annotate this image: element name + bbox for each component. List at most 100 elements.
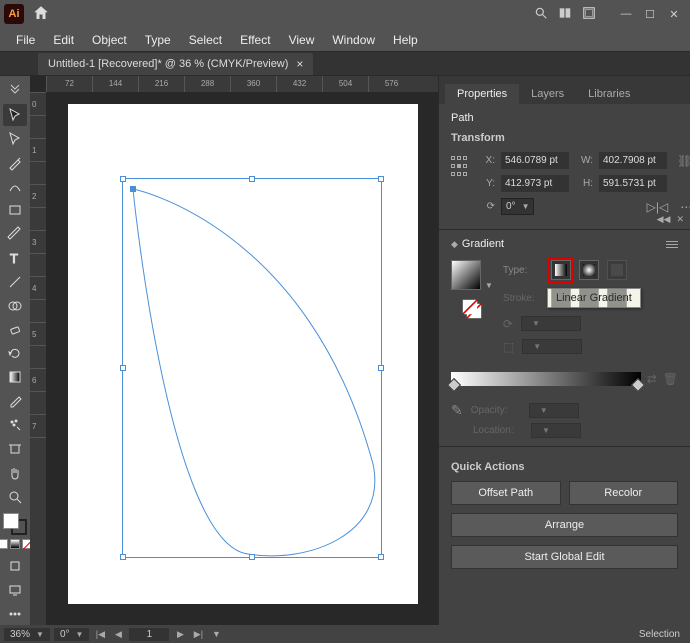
fill-stroke-gradient-toggle[interactable] — [459, 296, 485, 322]
handle-w[interactable] — [120, 365, 126, 371]
handle-ne[interactable] — [378, 176, 384, 182]
last-artboard-button[interactable]: ▶| — [191, 628, 205, 640]
window-maximize-button[interactable]: ☐ — [638, 4, 662, 24]
home-icon[interactable] — [32, 4, 50, 25]
app-titlebar: Ai — ☐ ✕ — [0, 0, 690, 28]
search-icon[interactable] — [534, 6, 548, 23]
eyedropper-tool[interactable] — [3, 390, 27, 412]
window-close-button[interactable]: ✕ — [662, 4, 686, 24]
fill-swatch[interactable] — [3, 513, 19, 529]
tab-libraries[interactable]: Libraries — [576, 84, 642, 104]
toolbar-toggle-icon[interactable] — [3, 80, 27, 102]
close-tab-icon[interactable]: × — [296, 57, 303, 71]
menu-file[interactable]: File — [8, 31, 43, 49]
reference-point-selector[interactable] — [451, 156, 467, 178]
curvature-tool[interactable] — [3, 175, 27, 197]
menu-select[interactable]: Select — [181, 31, 230, 49]
rotate-tool[interactable] — [3, 342, 27, 364]
selection-tool[interactable] — [3, 104, 27, 126]
gradient-stroke-label: Stroke: — [503, 293, 543, 304]
line-tool[interactable] — [3, 271, 27, 293]
menubar: File Edit Object Type Select Effect View… — [0, 28, 690, 52]
handle-se[interactable] — [378, 554, 384, 560]
artboard-tool[interactable] — [3, 438, 27, 460]
draw-mode-icon[interactable] — [3, 555, 27, 577]
menu-type[interactable]: Type — [137, 31, 179, 49]
menu-window[interactable]: Window — [324, 31, 383, 49]
selection-bounding-box[interactable] — [122, 178, 382, 558]
zoom-tool[interactable] — [3, 486, 27, 508]
linear-gradient-button[interactable] — [551, 260, 571, 280]
menu-object[interactable]: Object — [84, 31, 135, 49]
handle-nw[interactable] — [120, 176, 126, 182]
link-wh-icon[interactable]: ⛓ — [677, 154, 690, 168]
gradient-preset-dropdown-icon[interactable]: ▼ — [485, 281, 493, 290]
next-artboard-button[interactable]: ▶ — [173, 628, 187, 640]
panel-expand-icon[interactable]: ◆ — [451, 239, 458, 250]
w-field[interactable] — [599, 152, 667, 169]
angle-icon: ⟳ — [503, 317, 513, 331]
pen-tool[interactable] — [3, 152, 27, 174]
hand-tool[interactable] — [3, 462, 27, 484]
handle-s[interactable] — [249, 554, 255, 560]
radial-gradient-button[interactable] — [579, 260, 599, 280]
y-field[interactable] — [501, 175, 569, 192]
artboard-number-field[interactable]: 1 — [129, 628, 169, 641]
offset-path-button[interactable]: Offset Path — [451, 481, 561, 505]
panel-collapse-icon[interactable]: ◀◀ — [657, 214, 671, 225]
first-artboard-button[interactable]: |◀ — [93, 628, 107, 640]
color-mode-icon[interactable] — [0, 539, 8, 549]
gradient-slider[interactable] — [451, 372, 641, 386]
delete-stop-icon[interactable]: 🗑 — [663, 372, 678, 386]
fill-stroke-swatch[interactable] — [3, 513, 27, 535]
x-field[interactable] — [501, 152, 569, 169]
menu-effect[interactable]: Effect — [232, 31, 278, 49]
gradient-mode-icon[interactable] — [10, 539, 20, 549]
handle-e[interactable] — [378, 365, 384, 371]
window-minimize-button[interactable]: — — [614, 4, 638, 24]
symbol-sprayer-tool[interactable] — [3, 414, 27, 436]
menu-help[interactable]: Help — [385, 31, 426, 49]
arrange-documents-icon[interactable] — [558, 6, 572, 23]
screen-mode-icon[interactable] — [3, 579, 27, 601]
document-tab[interactable]: Untitled-1 [Recovered]* @ 36 % (CMYK/Pre… — [38, 53, 313, 75]
start-global-edit-button[interactable]: Start Global Edit — [451, 545, 678, 569]
arrange-button[interactable]: Arrange — [451, 513, 678, 537]
ruler-horizontal: 72144216288360432504576 — [46, 76, 438, 92]
workspace-switcher-icon[interactable] — [582, 6, 596, 23]
handle-n[interactable] — [249, 176, 255, 182]
gradient-tool[interactable] — [3, 366, 27, 388]
recolor-button[interactable]: Recolor — [569, 481, 679, 505]
shape-builder-tool[interactable] — [3, 295, 27, 317]
freeform-gradient-button[interactable] — [607, 260, 627, 280]
eraser-tool[interactable] — [3, 319, 27, 341]
panel-close-icon[interactable]: ✕ — [676, 214, 684, 225]
fill-none-icon[interactable] — [461, 298, 479, 316]
gradient-preview-swatch[interactable] — [451, 260, 481, 290]
rectangle-tool[interactable] — [3, 199, 27, 221]
artboard-nav-dropdown-icon[interactable]: ▼ — [209, 628, 223, 640]
type-tool[interactable]: T — [3, 247, 27, 269]
y-label: Y: — [477, 178, 495, 189]
reverse-gradient-icon[interactable]: ⇄ — [647, 372, 657, 386]
app-logo: Ai — [4, 4, 24, 24]
direct-selection-tool[interactable] — [3, 128, 27, 150]
tab-layers[interactable]: Layers — [519, 84, 576, 104]
panel-tabs: Properties Layers Libraries — [439, 76, 690, 104]
flip-horizontal-icon[interactable]: ▷|◁ — [647, 200, 669, 214]
paintbrush-tool[interactable] — [3, 223, 27, 245]
rotate-field[interactable]: 0°▼ — [501, 198, 534, 215]
more-options-icon[interactable]: ⋯ — [680, 200, 690, 214]
quick-actions-heading: Quick Actions — [451, 461, 678, 473]
menu-view[interactable]: View — [281, 31, 323, 49]
handle-sw[interactable] — [120, 554, 126, 560]
canvas-area[interactable]: 72144216288360432504576 01234567 — [30, 76, 438, 625]
edit-toolbar-icon[interactable] — [3, 603, 27, 625]
zoom-level-field[interactable]: 36%▼ — [4, 628, 50, 641]
rotate-view-field[interactable]: 0°▼ — [54, 628, 89, 641]
tab-properties[interactable]: Properties — [445, 84, 519, 104]
panel-menu-icon[interactable] — [666, 241, 678, 248]
menu-edit[interactable]: Edit — [45, 31, 82, 49]
prev-artboard-button[interactable]: ◀ — [111, 628, 125, 640]
h-field[interactable] — [599, 175, 667, 192]
